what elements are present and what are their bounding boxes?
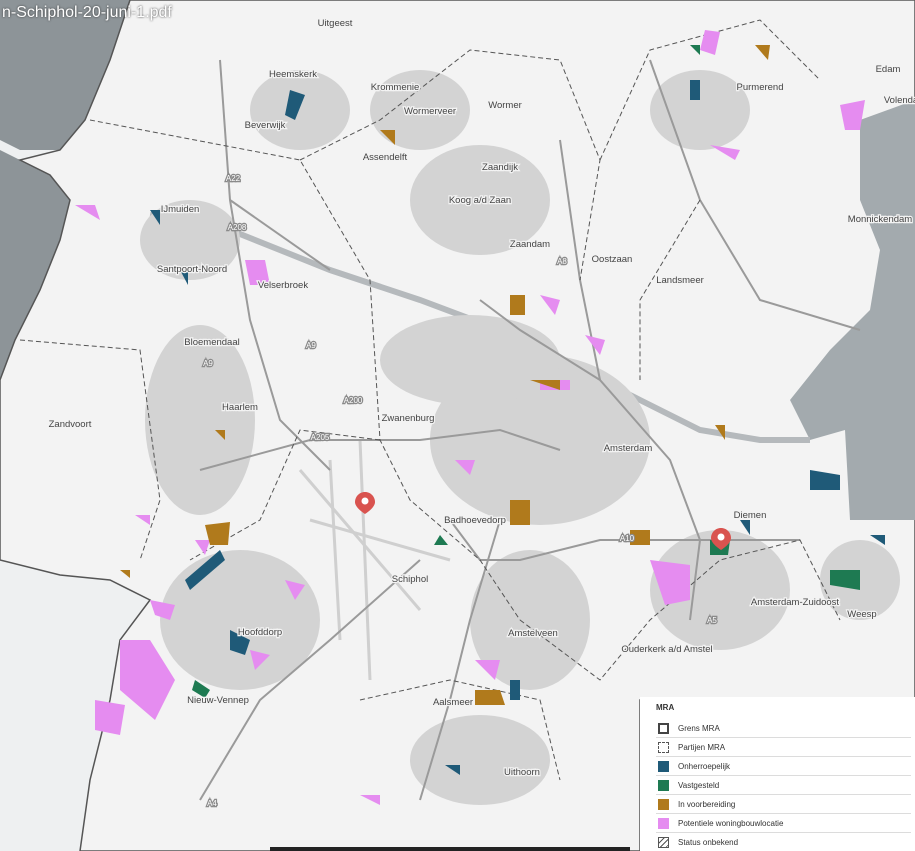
place-label: Hoofddorp xyxy=(238,627,282,638)
place-label: Wormer xyxy=(488,100,522,111)
onherroepelijk-swatch xyxy=(658,761,669,772)
place-label: IJmuiden xyxy=(161,204,200,215)
place-label: Volendam xyxy=(884,95,915,106)
legend-title: MRA xyxy=(656,703,675,712)
legend-label: Potentiele woningbouwlocatie xyxy=(678,819,784,828)
place-label: Nieuw-Vennep xyxy=(187,695,249,706)
place-label: Wormerveer xyxy=(404,106,456,117)
in-voorbereiding-swatch xyxy=(658,799,669,810)
place-label: Haarlem xyxy=(222,402,258,413)
place-label: Amstelveen xyxy=(508,628,558,639)
place-label: Schiphol xyxy=(392,574,428,585)
place-label: Zwanenburg xyxy=(382,413,435,424)
place-label: Uithoorn xyxy=(504,767,540,778)
road-label: A5 xyxy=(707,616,717,625)
legend-item-partijen-mra[interactable]: Partijen MRA xyxy=(656,738,911,757)
place-label: Velserbroek xyxy=(258,280,308,291)
place-label: Purmerend xyxy=(737,82,784,93)
place-label: Landsmeer xyxy=(656,275,704,286)
place-label: Bloemendaal xyxy=(184,337,239,348)
place-label: Amsterdam xyxy=(604,443,653,454)
place-label: Krommenie xyxy=(371,82,420,93)
document-title: n-Schiphol-20-juni-1.pdf xyxy=(2,4,172,21)
legend-item-grens-mra[interactable]: Grens MRA xyxy=(656,719,911,738)
vastgesteld-swatch xyxy=(658,780,669,791)
place-label: Zaandam xyxy=(510,239,550,250)
place-label: Santpoort-Noord xyxy=(157,264,227,275)
road-label: A208 xyxy=(228,223,247,232)
legend-item-potentieel[interactable]: Potentiele woningbouwlocatie xyxy=(656,814,911,833)
place-label: Diemen xyxy=(734,510,767,521)
legend-panel: MRA Grens MRA Partijen MRA Onherroepelij… xyxy=(640,697,915,851)
place-label: Oostzaan xyxy=(592,254,633,265)
legend-label: Vastgesteld xyxy=(678,781,720,790)
road-label: A9 xyxy=(203,359,213,368)
place-label: Amsterdam-Zuidoost xyxy=(751,597,840,608)
legend-item-onherroepelijk[interactable]: Onherroepelijk xyxy=(656,757,911,776)
road-label: A4 xyxy=(207,799,217,808)
legend-item-in-voorbereiding[interactable]: In voorbereiding xyxy=(656,795,911,814)
legend-label: Grens MRA xyxy=(678,724,720,733)
place-label: Ouderkerk a/d Amstel xyxy=(621,644,712,655)
place-label: Monnickendam xyxy=(848,214,913,225)
legend-label: Status onbekend xyxy=(678,838,739,847)
legend-item-status-onbekend[interactable]: Status onbekend xyxy=(656,833,911,851)
road-label: A10 xyxy=(620,534,635,543)
road-label: A200 xyxy=(344,396,363,405)
place-label: Koog a/d Zaan xyxy=(449,195,511,206)
place-label: Heemskerk xyxy=(269,69,317,80)
place-label: Assendelft xyxy=(363,152,408,163)
viewer-scrollbar[interactable] xyxy=(270,847,630,851)
place-label: Uitgeest xyxy=(318,18,353,29)
legend-label: In voorbereiding xyxy=(678,800,736,809)
place-label: Weesp xyxy=(847,609,876,620)
status-onbekend-swatch xyxy=(658,837,669,848)
place-label: Edam xyxy=(876,64,901,75)
place-label: Zandvoort xyxy=(49,419,92,430)
partijen-mra-swatch xyxy=(658,742,669,753)
legend-label: Onherroepelijk xyxy=(678,762,731,771)
road-label: A22 xyxy=(226,174,241,183)
road-label: A9 xyxy=(306,341,316,350)
road-label: A8 xyxy=(557,257,567,266)
place-label: Beverwijk xyxy=(245,120,286,131)
place-label: Badhoevedorp xyxy=(444,515,506,526)
place-label: Zaandijk xyxy=(482,162,518,173)
legend-label: Partijen MRA xyxy=(678,743,726,752)
potentieel-swatch xyxy=(658,818,669,829)
grens-mra-swatch xyxy=(658,723,669,734)
legend-item-vastgesteld[interactable]: Vastgesteld xyxy=(656,776,911,795)
road-label: A205 xyxy=(311,433,330,442)
place-label: Aalsmeer xyxy=(433,697,473,708)
